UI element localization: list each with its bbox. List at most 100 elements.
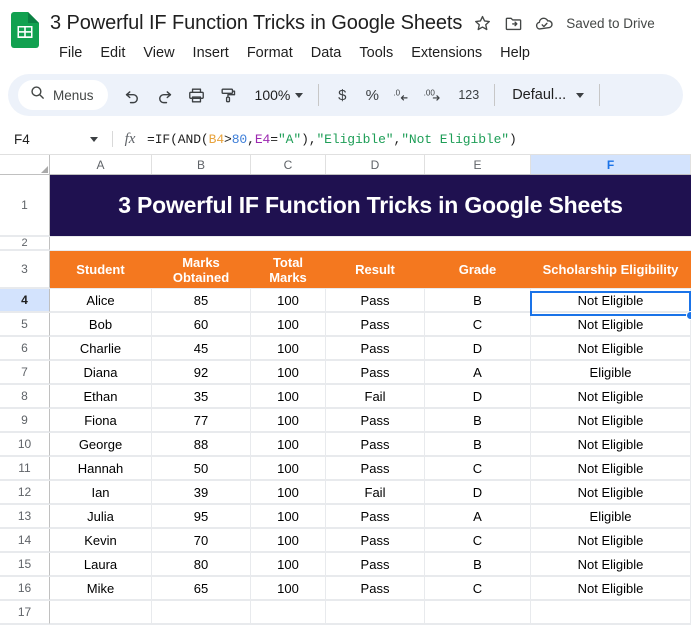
font-family-selector[interactable]: Defaul... [504, 80, 590, 110]
cell-scholarship-eligibility-8[interactable]: Not Eligible [531, 385, 691, 408]
cell-student-9[interactable]: Fiona [50, 409, 152, 432]
cell-student-5[interactable]: Bob [50, 313, 152, 336]
cell-grade-6[interactable]: D [425, 337, 531, 360]
row-header-11[interactable]: 11 [0, 457, 50, 480]
cell-result-10[interactable]: Pass [326, 433, 425, 456]
cell-total-marks-8[interactable]: 100 [251, 385, 326, 408]
cell-scholarship-eligibility-12[interactable]: Not Eligible [531, 481, 691, 504]
cell-grade-13[interactable]: A [425, 505, 531, 528]
formula-input[interactable]: =IF(AND(B4>80,E4="A"),"Eligible","Not El… [147, 132, 691, 147]
table-header-grade[interactable]: Grade [425, 251, 531, 288]
zoom-level-selector[interactable]: 100% [246, 80, 310, 110]
cell-student-13[interactable]: Julia [50, 505, 152, 528]
table-header-total[interactable]: Total Marks [251, 251, 326, 288]
cell-scholarship-eligibility-9[interactable]: Not Eligible [531, 409, 691, 432]
cell-result-11[interactable]: Pass [326, 457, 425, 480]
cell-scholarship-eligibility-14[interactable]: Not Eligible [531, 529, 691, 552]
row-header-9[interactable]: 9 [0, 409, 50, 432]
cell-result-7[interactable]: Pass [326, 361, 425, 384]
cell-student-7[interactable]: Diana [50, 361, 152, 384]
cell-grade-12[interactable]: D [425, 481, 531, 504]
cell-total-marks-13[interactable]: 100 [251, 505, 326, 528]
cell-student-15[interactable]: Laura [50, 553, 152, 576]
menu-item-file[interactable]: File [50, 43, 91, 63]
cell-total-marks-7[interactable]: 100 [251, 361, 326, 384]
cell-result-15[interactable]: Pass [326, 553, 425, 576]
cell-grade-14[interactable]: C [425, 529, 531, 552]
cell-result-13[interactable]: Pass [326, 505, 425, 528]
cell-marks-obtained-15[interactable]: 80 [152, 553, 251, 576]
cell-scholarship-eligibility-11[interactable]: Not Eligible [531, 457, 691, 480]
cell-total-marks-12[interactable]: 100 [251, 481, 326, 504]
spacer-cell[interactable] [50, 237, 691, 250]
column-header-c[interactable]: C [251, 155, 326, 174]
menu-item-data[interactable]: Data [302, 43, 351, 63]
cell-marks-obtained-12[interactable]: 39 [152, 481, 251, 504]
cell-marks-obtained-4[interactable]: 85 [152, 289, 251, 312]
row-header-10[interactable]: 10 [0, 433, 50, 456]
row-header-8[interactable]: 8 [0, 385, 50, 408]
cell-total-marks-16[interactable]: 100 [251, 577, 326, 600]
cell-marks-obtained-16[interactable]: 65 [152, 577, 251, 600]
cell-total-marks-4[interactable]: 100 [251, 289, 326, 312]
row-header-14[interactable]: 14 [0, 529, 50, 552]
row-header-6[interactable]: 6 [0, 337, 50, 360]
row-header-15[interactable]: 15 [0, 553, 50, 576]
column-header-d[interactable]: D [326, 155, 425, 174]
cell-result-17[interactable] [326, 601, 425, 624]
cell-marks-obtained-14[interactable]: 70 [152, 529, 251, 552]
cell-student-14[interactable]: Kevin [50, 529, 152, 552]
cell-grade-15[interactable]: B [425, 553, 531, 576]
menu-item-extensions[interactable]: Extensions [402, 43, 491, 63]
table-header-marks[interactable]: Marks Obtained [152, 251, 251, 288]
cell-student-10[interactable]: George [50, 433, 152, 456]
row-header-4[interactable]: 4 [0, 289, 50, 312]
document-title[interactable]: 3 Powerful IF Function Tricks in Google … [50, 12, 462, 35]
cell-grade-16[interactable]: C [425, 577, 531, 600]
cell-marks-obtained-10[interactable]: 88 [152, 433, 251, 456]
select-all-corner[interactable] [0, 155, 50, 174]
row-header-2[interactable]: 2 [0, 237, 50, 250]
cell-total-marks-11[interactable]: 100 [251, 457, 326, 480]
cell-result-16[interactable]: Pass [326, 577, 425, 600]
cell-student-11[interactable]: Hannah [50, 457, 152, 480]
banner-title-cell[interactable]: 3 Powerful IF Function Tricks in Google … [50, 175, 691, 236]
print-icon[interactable] [182, 80, 212, 110]
row-header-16[interactable]: 16 [0, 577, 50, 600]
paint-format-icon[interactable] [214, 80, 244, 110]
column-header-a[interactable]: A [50, 155, 152, 174]
menu-item-format[interactable]: Format [238, 43, 302, 63]
cell-scholarship-eligibility-16[interactable]: Not Eligible [531, 577, 691, 600]
fill-handle[interactable] [686, 311, 691, 320]
cell-scholarship-eligibility-17[interactable] [531, 601, 691, 624]
cell-result-9[interactable]: Pass [326, 409, 425, 432]
table-header-result[interactable]: Result [326, 251, 425, 288]
table-header-student[interactable]: Student [50, 251, 152, 288]
menu-item-insert[interactable]: Insert [184, 43, 238, 63]
cell-marks-obtained-6[interactable]: 45 [152, 337, 251, 360]
cell-total-marks-15[interactable]: 100 [251, 553, 326, 576]
row-header-1[interactable]: 1 [0, 175, 50, 236]
cell-total-marks-6[interactable]: 100 [251, 337, 326, 360]
cell-student-8[interactable]: Ethan [50, 385, 152, 408]
cell-result-6[interactable]: Pass [326, 337, 425, 360]
cell-marks-obtained-17[interactable] [152, 601, 251, 624]
cell-scholarship-eligibility-7[interactable]: Eligible [531, 361, 691, 384]
row-header-13[interactable]: 13 [0, 505, 50, 528]
cell-marks-obtained-7[interactable]: 92 [152, 361, 251, 384]
cell-student-4[interactable]: Alice [50, 289, 152, 312]
cell-result-4[interactable]: Pass [326, 289, 425, 312]
cell-grade-9[interactable]: B [425, 409, 531, 432]
row-header-7[interactable]: 7 [0, 361, 50, 384]
cell-scholarship-eligibility-13[interactable]: Eligible [531, 505, 691, 528]
cell-marks-obtained-9[interactable]: 77 [152, 409, 251, 432]
cell-scholarship-eligibility-4[interactable]: Not Eligible [531, 289, 691, 312]
menu-item-view[interactable]: View [134, 43, 183, 63]
row-header-12[interactable]: 12 [0, 481, 50, 504]
cell-marks-obtained-5[interactable]: 60 [152, 313, 251, 336]
cell-total-marks-10[interactable]: 100 [251, 433, 326, 456]
cell-result-12[interactable]: Fail [326, 481, 425, 504]
cell-total-marks-5[interactable]: 100 [251, 313, 326, 336]
move-to-folder-icon[interactable] [502, 12, 524, 34]
cell-scholarship-eligibility-6[interactable]: Not Eligible [531, 337, 691, 360]
